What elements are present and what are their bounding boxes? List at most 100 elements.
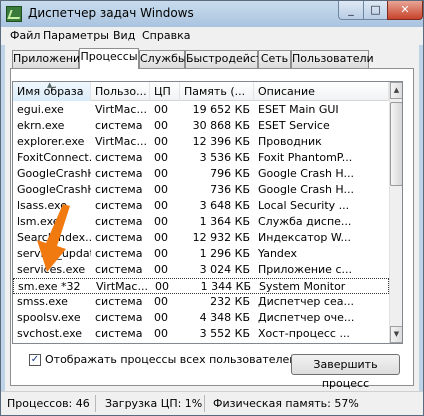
process-cpu: 00 — [154, 247, 168, 260]
tab-users[interactable]: Пользователи — [291, 50, 374, 68]
minimize-button[interactable]: _ — [338, 1, 364, 20]
status-cpu: Загрузка ЦП: 1% — [105, 397, 203, 410]
menu-view[interactable]: Вид — [113, 29, 135, 42]
process-name: lsm.exe — [17, 215, 60, 228]
status-divider — [204, 395, 205, 412]
process-memory: 30 868 КБ — [192, 119, 250, 132]
process-list[interactable]: ▲ Имя образа Пользо... ЦП Память (... Оп… — [12, 81, 403, 344]
maximize-button[interactable]: □ — [363, 1, 388, 20]
process-description: Хост-процесс ... — [258, 327, 350, 340]
scroll-up-button[interactable]: ▲ — [390, 82, 402, 99]
process-memory: 4 348 КБ — [199, 311, 250, 324]
table-row[interactable]: ekrn.exe система 00 30 868 КБ ESET Service — [13, 118, 389, 134]
process-name: service_updat... — [17, 247, 91, 260]
process-memory: 796 КБ — [210, 167, 250, 180]
process-cpu: 00 — [154, 231, 168, 244]
menu-help[interactable]: Справка — [142, 29, 190, 42]
column-image-name[interactable]: ▲ Имя образа — [13, 82, 91, 101]
table-row[interactable]: spoolsv.exe система 00 4 348 КБ Диспетчер оч… — [13, 310, 389, 326]
tab-performance[interactable]: Быстродействие — [185, 50, 283, 68]
process-description: Local Security ... — [258, 199, 350, 212]
process-name: ekrn.exe — [17, 119, 65, 132]
process-memory: 19 652 КБ — [192, 103, 250, 116]
table-row[interactable]: smss.exe система 00 232 КБ Диспетчер сеа... — [13, 294, 389, 310]
tab-services[interactable]: Службы — [139, 50, 187, 68]
table-row[interactable]: explorer.exe VirtMac... 00 12 396 КБ Проводн… — [13, 134, 389, 150]
process-name: svchost.exe — [17, 327, 83, 340]
process-memory: 1 364 КБ — [199, 215, 250, 228]
process-cpu: 00 — [154, 311, 168, 324]
process-name: smss.exe — [17, 295, 68, 308]
process-user: система — [95, 231, 143, 244]
process-name: GoogleCrashH... — [17, 183, 91, 196]
status-divider — [95, 395, 96, 412]
status-bar: Процессов: 46 Загрузка ЦП: 1% Физическая… — [1, 391, 423, 415]
table-row[interactable]: GoogleCrashH... система 00 736 КБ Google Cra… — [13, 182, 389, 198]
process-cpu: 00 — [154, 183, 168, 196]
process-memory: 3 024 КБ — [199, 263, 250, 276]
tab-processes[interactable]: Процессы — [79, 48, 139, 69]
close-icon: ✕ — [400, 3, 410, 16]
show-all-users-checkbox[interactable]: ✓ — [29, 354, 41, 366]
status-processes: Процессов: 46 — [7, 397, 90, 410]
list-header: ▲ Имя образа Пользо... ЦП Память (... Оп… — [13, 82, 389, 101]
process-memory: 3 648 КБ — [199, 199, 250, 212]
table-row[interactable]: lsass.exe система 00 3 648 КБ Local Security… — [13, 198, 389, 214]
process-user: система — [95, 247, 143, 260]
table-row[interactable]: service_updat... система 00 1 296 КБ Yandex — [13, 246, 389, 262]
process-name: egui.exe — [17, 103, 64, 116]
process-memory: 736 КБ — [210, 183, 250, 196]
sort-up-icon: ▲ — [47, 82, 53, 89]
process-user: VirtMac... — [95, 103, 147, 116]
process-user: система — [95, 327, 143, 340]
table-row[interactable]: FoxitConnect... система 00 3 536 КБ Foxit Ph… — [13, 150, 389, 166]
end-process-button[interactable]: Завершить процесс — [291, 354, 400, 390]
menu-file[interactable]: Файл — [10, 29, 40, 42]
checkbox-check-icon: ✓ — [30, 354, 40, 365]
close-button[interactable]: ✕ — [387, 1, 423, 20]
table-row[interactable]: GoogleCrashH... система 00 796 КБ Google Cra… — [13, 166, 389, 182]
scrollbar-thumb[interactable] — [390, 102, 402, 186]
process-cpu: 00 — [154, 151, 168, 164]
process-memory: 12 396 КБ — [192, 135, 250, 148]
table-row[interactable]: sm.exe *32 VirtMac... 00 1 344 КБ System Mon… — [13, 278, 389, 294]
table-row[interactable]: lsm.exe система 00 1 364 КБ Служба диспе... — [13, 214, 389, 230]
process-user: система — [95, 263, 143, 276]
scroll-down-button[interactable]: ▼ — [390, 326, 402, 343]
vertical-scrollbar[interactable]: ▲ ▼ — [389, 82, 402, 343]
table-row[interactable]: egui.exe VirtMac... 00 19 652 КБ ESET Main G… — [13, 102, 389, 118]
process-name: FoxitConnect... — [17, 151, 91, 164]
process-description: System Monitor — [259, 280, 346, 293]
window-title: Диспетчер задач Windows — [28, 6, 194, 20]
process-cpu: 00 — [154, 119, 168, 132]
process-cpu: 00 — [154, 135, 168, 148]
table-row[interactable]: svchost.exe система 00 3 552 КБ Хост-процесс… — [13, 326, 389, 342]
tab-network[interactable]: Сеть — [258, 50, 291, 68]
process-name: GoogleCrashH... — [17, 167, 91, 180]
process-cpu: 00 — [150, 342, 180, 343]
menu-options[interactable]: Параметры — [43, 29, 109, 42]
table-row[interactable]: svchost.exeсистема001 932 КБХост-процесс… — [13, 342, 389, 343]
process-user: система — [95, 151, 143, 164]
table-row[interactable]: services.exe система 00 3 024 КБ Приложение … — [13, 262, 389, 278]
process-name: services.exe — [17, 263, 86, 276]
process-description: Хост-процесс ... — [254, 342, 389, 343]
process-user: система — [91, 342, 150, 343]
process-description: Foxit PhantomP... — [258, 151, 353, 164]
process-description: Проводник — [258, 135, 322, 148]
process-user: система — [95, 167, 143, 180]
column-memory[interactable]: Память (... — [180, 82, 254, 101]
maximize-icon: □ — [370, 3, 381, 16]
column-cpu[interactable]: ЦП — [150, 82, 180, 101]
process-description: ESET Main GUI — [258, 103, 339, 116]
tab-applications[interactable]: Приложения — [12, 50, 87, 68]
title-bar[interactable]: Диспетчер задач Windows _ □ ✕ — [1, 1, 423, 27]
column-description[interactable]: Описание — [254, 82, 389, 101]
process-memory: 1 296 КБ — [199, 247, 250, 260]
process-memory: 12 932 КБ — [192, 231, 250, 244]
process-user: система — [95, 215, 143, 228]
process-description: ESET Service — [258, 119, 330, 132]
table-row[interactable]: SearchIndex... система 00 12 932 КБ Индексат… — [13, 230, 389, 246]
column-user[interactable]: Пользо... — [91, 82, 150, 101]
minimize-icon: _ — [348, 3, 354, 16]
